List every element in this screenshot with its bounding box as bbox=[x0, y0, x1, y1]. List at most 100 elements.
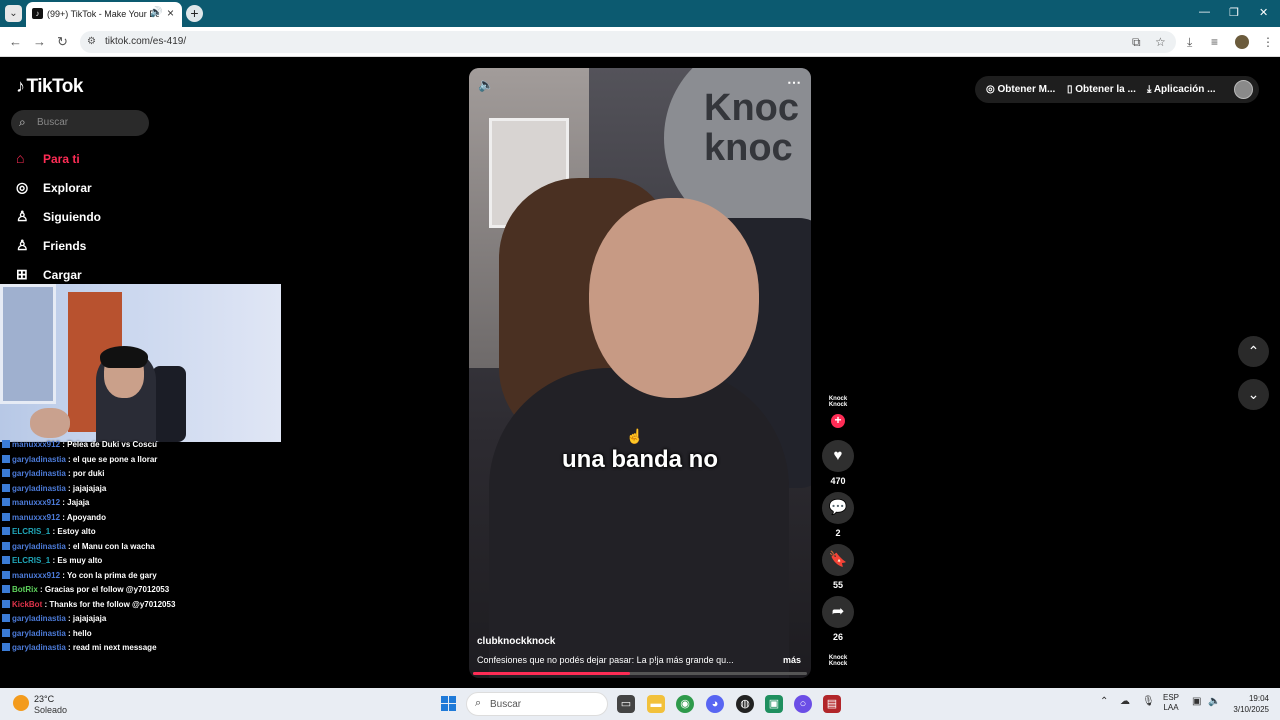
network-icon[interactable]: ▣ bbox=[1192, 696, 1201, 707]
user-avatar[interactable] bbox=[1234, 80, 1253, 99]
chat-separator: : bbox=[65, 643, 73, 652]
chat-badge-icon bbox=[2, 614, 10, 622]
nav-cargar[interactable]: ⊞ Cargar bbox=[16, 266, 82, 286]
chat-username[interactable]: manuxxx912 bbox=[12, 440, 60, 449]
more-link[interactable]: más bbox=[783, 655, 801, 665]
comment-button[interactable]: 💬 bbox=[822, 492, 854, 524]
app-red-icon[interactable]: ▤ bbox=[823, 695, 841, 713]
chat-message: garyladinastia : por duki bbox=[2, 469, 104, 483]
chat-text: Es muy alto bbox=[57, 556, 103, 565]
compass-icon: ◎ bbox=[16, 179, 29, 195]
cast-icon[interactable]: ⧉ bbox=[1132, 35, 1141, 50]
chat-text: jajajajaja bbox=[72, 614, 107, 623]
microphone-icon[interactable]: 🎙 bbox=[1142, 696, 1155, 707]
tiktok-favicon-icon: ♪ bbox=[32, 8, 43, 19]
chat-username[interactable]: ELCRIS_1 bbox=[12, 556, 50, 565]
nav-explorar[interactable]: ◎ Explorar bbox=[16, 179, 92, 199]
video-player[interactable]: Knoc knoc una banda no 🔈 ⋯ clubknockknoc… bbox=[469, 68, 811, 678]
chat-separator: : bbox=[65, 469, 73, 478]
chat-message: manuxxx912 : Apoyando bbox=[2, 512, 106, 527]
chat-message: garyladinastia : el que se pone a llorar bbox=[2, 454, 157, 469]
address-bar[interactable]: ⚙ tiktok.com/es-419/ ⧉ ☆ bbox=[80, 31, 1176, 53]
search-icon: ⌕ bbox=[475, 697, 482, 709]
app-icon[interactable]: ▣ bbox=[765, 695, 783, 713]
tray-chevron-icon[interactable]: ⌃ bbox=[1100, 696, 1108, 707]
video-author[interactable]: clubknockknock bbox=[477, 636, 555, 647]
tiktok-logo[interactable]: ♪ TikTok bbox=[16, 76, 83, 98]
media-control-icon[interactable]: ≡ bbox=[1211, 35, 1218, 49]
share-button[interactable]: ➦ bbox=[822, 596, 854, 628]
chat-username[interactable]: garyladinastia bbox=[12, 614, 66, 623]
chat-username[interactable]: manuxxx912 bbox=[12, 498, 60, 507]
forward-arrow-icon[interactable]: → bbox=[33, 34, 46, 49]
tab-search-button[interactable]: ⌄ bbox=[5, 5, 22, 22]
chat-badge-icon bbox=[2, 541, 10, 550]
site-info-icon[interactable]: ⚙ bbox=[87, 36, 96, 47]
new-tab-button[interactable]: + bbox=[186, 5, 203, 22]
start-button[interactable] bbox=[441, 696, 456, 711]
chat-message: garyladinastia : jajajajaja bbox=[2, 614, 106, 628]
chat-message: manuxxx912 : Jajaja bbox=[2, 498, 89, 512]
follow-plus-button[interactable]: + bbox=[831, 414, 845, 428]
tab-audio-icon[interactable]: 🔊 bbox=[150, 7, 162, 18]
download-icon[interactable]: ⤓ bbox=[1187, 35, 1192, 50]
get-app-button[interactable]: ▯ Obtener la ... bbox=[1067, 84, 1136, 95]
language-indicator[interactable]: ESP LAA bbox=[1163, 693, 1179, 713]
clock[interactable]: 19:04 3/10/2025 bbox=[1226, 693, 1269, 715]
file-explorer-icon[interactable]: ▬ bbox=[647, 695, 665, 713]
get-coins-button[interactable]: ◎ Obtener M... bbox=[986, 84, 1055, 95]
profile-avatar[interactable] bbox=[1235, 35, 1249, 49]
chat-username[interactable]: manuxxx912 bbox=[12, 571, 60, 580]
minimize-icon[interactable]: — bbox=[1199, 6, 1210, 18]
taskbar-search[interactable]: ⌕ Buscar bbox=[466, 692, 608, 716]
chat-username[interactable]: garyladinastia bbox=[12, 629, 66, 638]
save-button[interactable]: 🔖 bbox=[822, 544, 854, 576]
reload-icon[interactable]: ↻ bbox=[57, 34, 68, 50]
chat-username[interactable]: ELCRIS_1 bbox=[12, 527, 50, 536]
chrome-menu-icon[interactable]: ⋮ bbox=[1262, 35, 1274, 49]
search-input[interactable]: ⌕ Buscar bbox=[11, 110, 149, 136]
previous-video-button[interactable]: ⌃ bbox=[1238, 336, 1269, 367]
chat-message: KickBot : Thanks for the follow @y701205… bbox=[2, 599, 175, 614]
nav-label: Siguiendo bbox=[43, 210, 101, 224]
chat-username[interactable]: garyladinastia bbox=[12, 542, 66, 551]
music-disc[interactable]: Knock Knock bbox=[826, 655, 850, 667]
nav-siguiendo[interactable]: ♙ Siguiendo bbox=[16, 208, 101, 228]
more-options-icon[interactable]: ⋯ bbox=[787, 74, 801, 91]
obs-icon[interactable]: ◍ bbox=[736, 695, 754, 713]
tab-close-icon[interactable]: × bbox=[167, 6, 174, 20]
like-button[interactable]: ♥ bbox=[822, 440, 854, 472]
bookmark-star-icon[interactable]: ☆ bbox=[1155, 35, 1166, 49]
chat-username[interactable]: garyladinastia bbox=[12, 469, 66, 478]
cloud-icon[interactable]: ☁ bbox=[1120, 696, 1130, 707]
nav-friends[interactable]: ♙ Friends bbox=[16, 237, 86, 257]
volume-icon[interactable]: 🔈 bbox=[478, 77, 494, 93]
chat-username[interactable]: KickBot bbox=[12, 600, 42, 609]
chat-message: ELCRIS_1 : Estoy alto bbox=[2, 527, 96, 541]
chat-username[interactable]: manuxxx912 bbox=[12, 513, 60, 522]
restore-icon[interactable]: ❐ bbox=[1229, 6, 1239, 19]
heart-icon: ♥ bbox=[833, 447, 843, 464]
window-close-icon[interactable]: ✕ bbox=[1259, 6, 1268, 19]
task-view-icon[interactable]: ▭ bbox=[617, 695, 635, 713]
coin-icon: ◎ bbox=[986, 84, 998, 95]
back-arrow-icon[interactable]: ← bbox=[9, 34, 22, 49]
lang-line-1: ESP bbox=[1163, 693, 1180, 702]
next-video-button[interactable]: ⌄ bbox=[1238, 379, 1269, 410]
video-progress-bar[interactable] bbox=[473, 672, 807, 675]
chat-username[interactable]: garyladinastia bbox=[12, 484, 66, 493]
lang-line-2: LAA bbox=[1163, 703, 1179, 712]
chat-text: hello bbox=[72, 628, 92, 638]
desktop-app-button[interactable]: ⤓ Aplicación ... bbox=[1147, 84, 1216, 95]
browser-toolbar: ← → ↻ ⚙ tiktok.com/es-419/ ⧉ ☆ ⤓ ≡ ⋮ bbox=[0, 27, 1280, 57]
chat-username[interactable]: BotRix bbox=[12, 585, 38, 594]
chat-username[interactable]: garyladinastia bbox=[12, 455, 66, 464]
volume-icon[interactable]: 🔈 bbox=[1208, 696, 1220, 707]
browser-tab-strip: ⌄ ♪ (99+) TikTok - Make Your Da 🔊 × + — … bbox=[0, 0, 1280, 27]
nav-para-ti[interactable]: ⌂ Para ti bbox=[16, 150, 80, 170]
chat-username[interactable]: garyladinastia bbox=[12, 643, 66, 652]
discord-icon[interactable]: ◕ bbox=[706, 695, 724, 713]
chrome-icon[interactable]: ◉ bbox=[676, 695, 694, 713]
browser-tab-tiktok[interactable]: ♪ (99+) TikTok - Make Your Da 🔊 × bbox=[26, 2, 182, 27]
app-circle-icon[interactable]: ○ bbox=[794, 695, 812, 713]
